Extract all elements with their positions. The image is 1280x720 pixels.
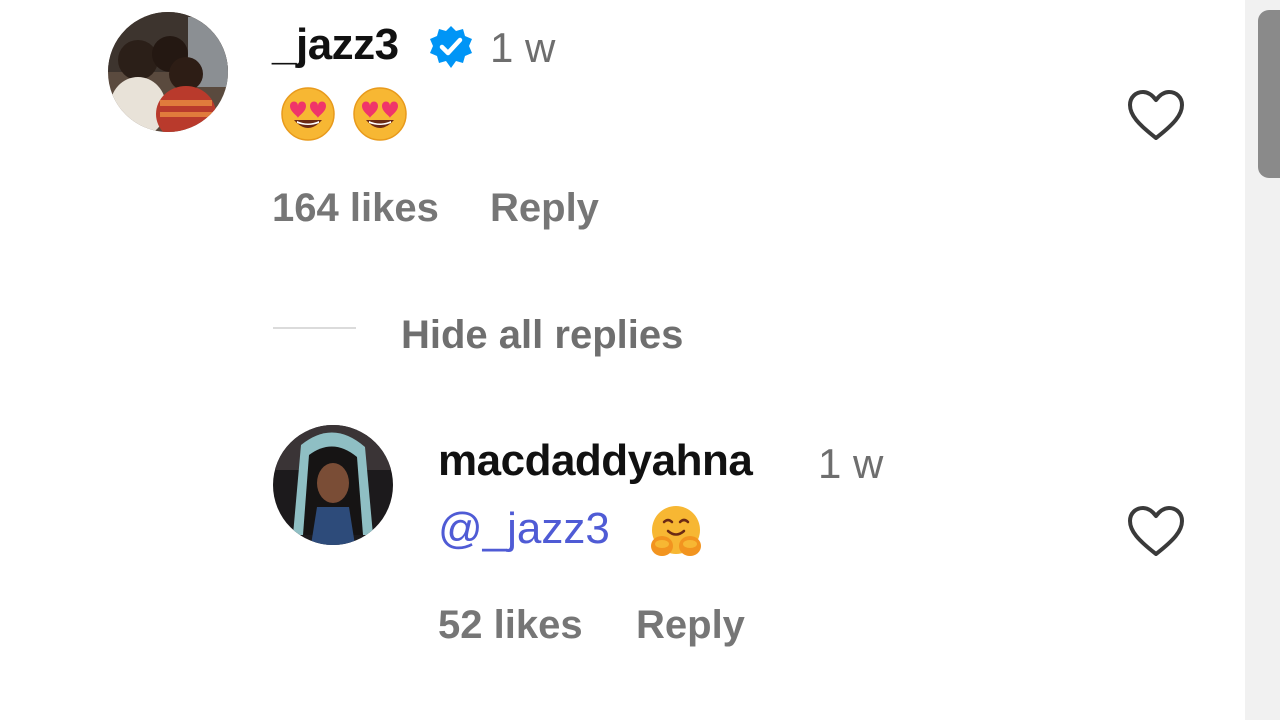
- like-heart-icon[interactable]: [1126, 504, 1186, 565]
- comment-likes-count[interactable]: 164 likes: [272, 186, 439, 231]
- avatar[interactable]: [108, 12, 228, 132]
- hide-all-replies-button[interactable]: Hide all replies: [401, 313, 683, 358]
- reply-likes-count[interactable]: 52 likes: [438, 603, 583, 648]
- replies-divider: [273, 327, 356, 329]
- comment-timestamp[interactable]: 1 w: [490, 24, 555, 72]
- mention-link[interactable]: @_jazz3: [438, 504, 610, 554]
- reply-reply-button[interactable]: Reply: [636, 603, 745, 648]
- reply-username[interactable]: macdaddyahna: [438, 436, 753, 486]
- comment-thread: _jazz3 1 w 164 likes Reply Hide all repl…: [0, 0, 1245, 720]
- avatar[interactable]: [273, 425, 393, 545]
- heart-eyes-emoji: [352, 86, 408, 147]
- hugging-face-emoji: [648, 504, 704, 565]
- heart-eyes-emoji: [280, 86, 336, 147]
- comment-reply-button[interactable]: Reply: [490, 186, 599, 231]
- scrollbar-thumb[interactable]: [1258, 10, 1280, 178]
- reply-timestamp[interactable]: 1 w: [818, 440, 883, 488]
- like-heart-icon[interactable]: [1126, 88, 1186, 149]
- comment-username[interactable]: _jazz3: [272, 20, 399, 70]
- verified-badge-icon: [428, 24, 474, 75]
